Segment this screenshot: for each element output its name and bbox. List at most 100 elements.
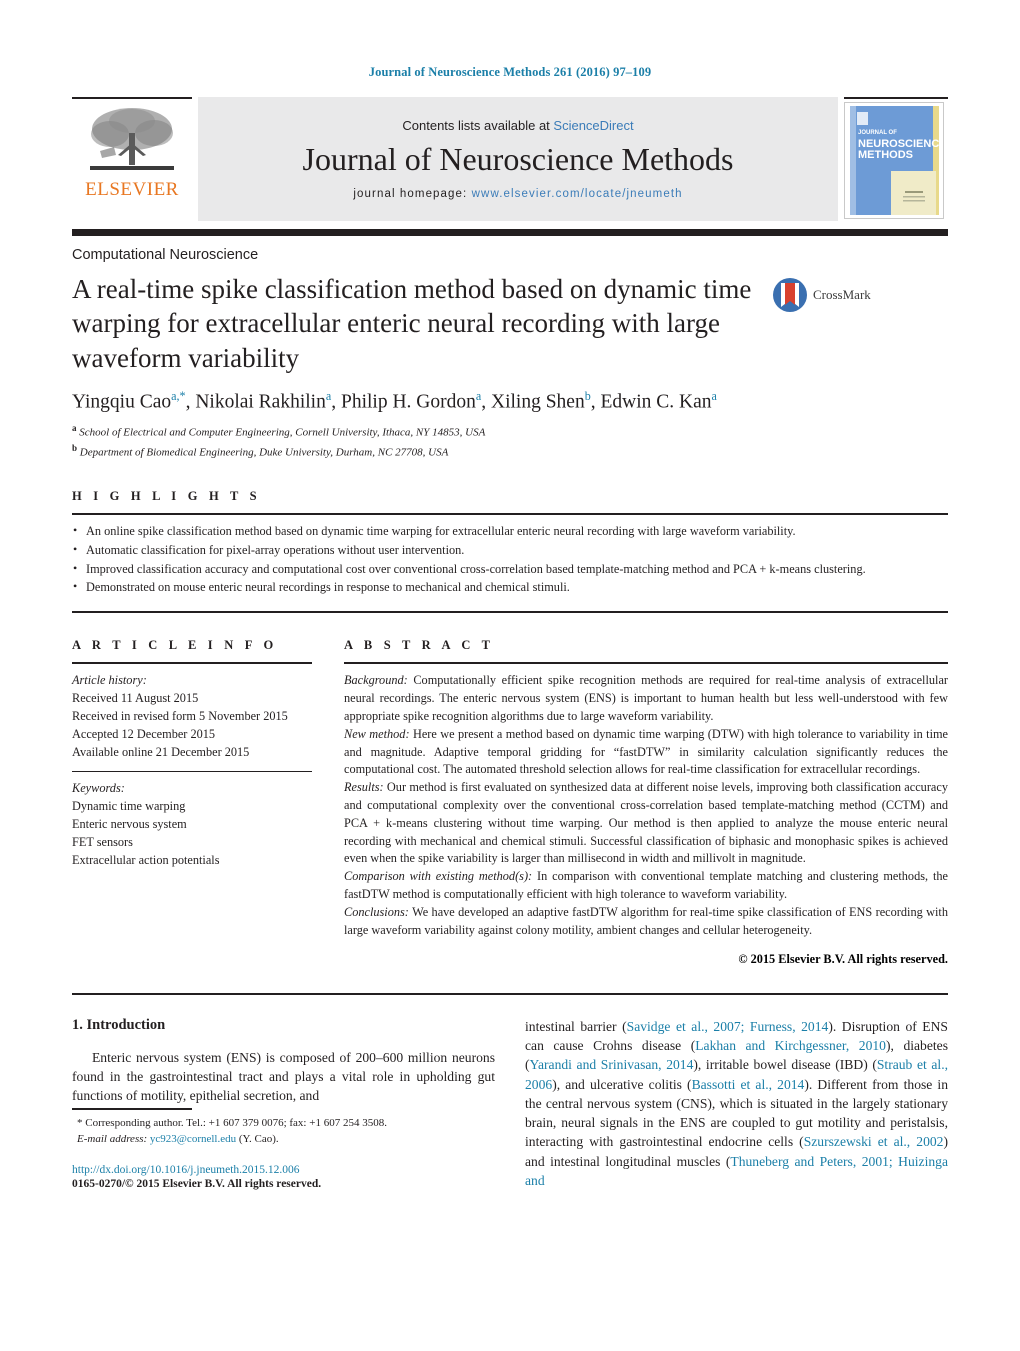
journal-cover-art-icon: JOURNAL OF NEUROSCIENCE METHODS [845, 103, 943, 218]
keyword-item: Extracellular action potentials [72, 852, 220, 867]
article-info-divider [72, 771, 312, 773]
abstract-bottom-rule [72, 992, 948, 995]
article-page: Journal of Neuroscience Methods 261 (201… [0, 0, 1020, 1351]
page-title: A real-time spike classification method … [72, 274, 752, 373]
article-info-body: Article history: Received 11 August 2015… [72, 672, 312, 869]
author-name: Edwin C. Kan [600, 391, 712, 413]
contents-prefix: Contents lists available at [402, 117, 554, 133]
citation-link[interactable]: Thuneberg and Peters, 2001; Huizinga and [525, 1154, 948, 1188]
article-history-item: Available online 21 December 2015 [72, 744, 250, 759]
homepage-line: journal homepage: www.elsevier.com/locat… [353, 188, 682, 200]
running-head: Journal of Neuroscience Methods 261 (201… [368, 65, 652, 79]
issn-copyright: 0165-0270/© 2015 Elsevier B.V. All right… [72, 1178, 322, 1191]
abstract-body: Background: Computationally efficient sp… [344, 672, 948, 939]
abstract-section: Background: Computationally efficient sp… [344, 673, 948, 723]
highlights-bottom-rule [72, 611, 948, 614]
abstract-section-label: Conclusions: [344, 904, 409, 919]
journal-cover-thumb: JOURNAL OF NEUROSCIENCE METHODS [844, 97, 948, 221]
author-affiliation-mark: b [584, 388, 591, 403]
citation-link[interactable]: Savidge et al., 2007; Furness, 2014 [627, 1019, 829, 1034]
email-suffix: (Y. Cao). [236, 1133, 279, 1146]
doi-block: http://dx.doi.org/10.1016/j.jneumeth.201… [72, 1164, 495, 1190]
introduction-paragraph-left: Enteric nervous system (ENS) is composed… [72, 1049, 495, 1104]
abstract-section: Conclusions: We have developed an adapti… [344, 904, 948, 937]
affiliation-item: b Department of Biomedical Engineering, … [72, 443, 449, 459]
body-columns: 1. Introduction Enteric nervous system (… [72, 1016, 948, 1191]
affiliation-list: a School of Electrical and Computer Engi… [72, 422, 948, 462]
author-name: Yingqiu Cao [72, 391, 172, 413]
keyword-item: Enteric nervous system [72, 816, 187, 831]
keyword-item: FET sensors [72, 834, 133, 849]
journal-masthead: ELSEVIER Contents lists available at Sci… [72, 97, 948, 221]
footnote-area: * Corresponding author. Tel.: +1 607 379… [72, 1108, 495, 1190]
article-history-item: Received 11 August 2015 [72, 691, 199, 706]
citation-link[interactable]: Szurszewski et al., 2002 [804, 1134, 944, 1149]
introduction-heading: 1. Introduction [72, 1016, 166, 1033]
svg-text:JOURNAL OF: JOURNAL OF [858, 130, 897, 136]
abstract-section-label: New method: [344, 726, 410, 741]
author-affiliation-mark: a [475, 388, 482, 403]
highlights-list: An online spike classification method ba… [72, 522, 948, 597]
doi-link[interactable]: http://dx.doi.org/10.1016/j.jneumeth.201… [72, 1164, 495, 1176]
footnote-rule [72, 1108, 192, 1111]
elsevier-wordmark: ELSEVIER [85, 179, 179, 200]
citation-link[interactable]: Yarandi and Srinivasan, 2014 [530, 1057, 694, 1072]
abstract-section: Results: Our method is first evaluated o… [344, 780, 948, 866]
elsevier-logo: ELSEVIER [72, 97, 192, 221]
introduction-paragraph-right: intestinal barrier (Savidge et al., 2007… [525, 1018, 949, 1188]
article-history-item: Received in revised form 5 November 2015 [72, 708, 288, 723]
article-info-rule [72, 662, 312, 665]
abstract-rule [344, 662, 948, 665]
contents-line: Contents lists available at ScienceDirec… [402, 118, 633, 133]
elsevier-tree-icon [90, 108, 174, 170]
abstract-section-label: Background: [344, 673, 408, 688]
sciencedirect-link[interactable]: ScienceDirect [553, 118, 633, 133]
abstract-label: A B S T R A C T [344, 638, 495, 653]
highlight-item: Demonstrated on mouse enteric neural rec… [72, 578, 948, 597]
body-column-left: 1. Introduction Enteric nervous system (… [72, 1016, 495, 1190]
citation-link[interactable]: Lakhan and Kirchgessner, 2010 [695, 1038, 886, 1053]
svg-text:METHODS: METHODS [858, 149, 913, 161]
crossmark-icon [773, 278, 807, 312]
keywords-items: Dynamic time warping Enteric nervous syst… [72, 798, 312, 869]
author-name: Xiling Shen [490, 391, 585, 413]
article-section-kicker: Computational Neuroscience [72, 247, 259, 263]
highlights-label: H I G H L I G H T S [72, 488, 261, 503]
affiliation-item: a School of Electrical and Computer Engi… [72, 422, 486, 439]
author-name: Philip H. Gordon [340, 391, 476, 413]
masthead-center: Contents lists available at ScienceDirec… [198, 97, 838, 221]
author-affiliation-mark: a,* [171, 388, 186, 403]
abstract-column: A B S T R A C T Background: Computationa… [344, 638, 948, 966]
homepage-prefix: journal homepage: [353, 188, 472, 201]
abstract-section: New method: Here we present a method bas… [344, 726, 949, 777]
affiliation-mark: b [72, 443, 78, 454]
author-affiliation-mark: a [325, 388, 332, 403]
author-list: Yingqiu Caoa,*, Nikolai Rakhilina, Phili… [72, 388, 717, 413]
abstract-section-label: Comparison with existing method(s): [344, 869, 533, 884]
keyword-item: Dynamic time warping [72, 799, 186, 814]
crossmark-badge[interactable]: CrossMark [772, 277, 882, 313]
homepage-url-link[interactable]: www.elsevier.com/locate/jneumeth [472, 188, 683, 200]
highlights-section: H I G H L I G H T S An online spike clas… [72, 489, 948, 597]
title-row: A real-time spike classification method … [72, 263, 948, 375]
article-info-label: A R T I C L E I N F O [72, 638, 278, 653]
journal-title: Journal of Neuroscience Methods [302, 140, 734, 177]
citation-link[interactable]: Bassotti et al., 2014 [692, 1077, 805, 1092]
email-link[interactable]: yc923@cornell.edu [150, 1133, 236, 1145]
highlights-rule [72, 512, 948, 515]
highlight-item: Improved classification accuracy and com… [72, 560, 948, 579]
keywords-heading: Keywords: [72, 781, 125, 796]
affiliation-mark: a [72, 422, 77, 433]
abstract-section-label: Results: [344, 780, 384, 795]
info-abstract-row: A R T I C L E I N F O Article history: R… [72, 638, 948, 966]
body-column-right: intestinal barrier (Savidge et al., 2007… [525, 1017, 948, 1191]
highlight-item: Automatic classification for pixel-array… [72, 541, 948, 560]
corresponding-author-note: * Corresponding author. Tel.: +1 607 379… [77, 1117, 387, 1130]
journal-cover-image: JOURNAL OF NEUROSCIENCE METHODS [844, 102, 944, 219]
article-history-items: Received 11 August 2015 Received in revis… [72, 690, 312, 761]
highlight-item: An online spike classification method ba… [72, 522, 948, 541]
keywords-block: Keywords: Dynamic time warping Enteric ne… [72, 780, 312, 869]
crossmark-label: CrossMark [813, 287, 871, 302]
abstract-section: Comparison with existing method(s): In c… [344, 869, 948, 902]
article-history-heading: Article history: [72, 673, 147, 688]
